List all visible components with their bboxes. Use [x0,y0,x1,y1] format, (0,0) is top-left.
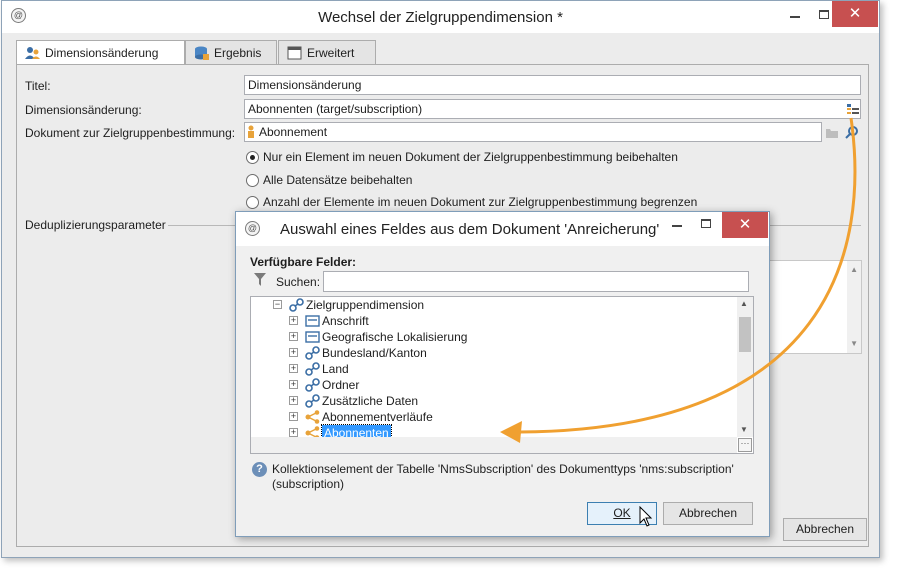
tree-node-abonnementverlaeufe[interactable]: + Abonnementverläufe [251,409,731,425]
dialog-cancel-button[interactable]: Abbrechen [663,502,753,525]
link-icon [305,394,320,408]
dialog-title-bar: @ Auswahl eines Feldes aus dem Dokument … [236,212,769,246]
title-label: Titel: [25,79,51,93]
close-icon: ✕ [738,216,752,233]
radio-keep-all[interactable]: Alle Datensätze beibehalten [246,173,412,187]
tab-ergebnis[interactable]: Ergebnis [185,40,277,65]
expand-icon[interactable]: + [289,348,298,357]
minimize-icon [789,15,800,18]
maximize-icon [701,219,711,229]
dialog-maximize-button[interactable] [691,216,721,230]
tab-erweitert[interactable]: Erweitert [278,40,376,65]
tree-node-label: Zielgruppendimension [306,298,425,312]
scroll-thumb[interactable] [739,317,751,352]
radio-button-checked[interactable] [246,151,259,164]
dimension-field[interactable]: Abonnenten (target/subscription) [244,99,861,119]
window-icon [287,46,302,60]
radio-button[interactable] [246,174,259,187]
field-selection-dialog: @ Auswahl eines Feldes aus dem Dokument … [235,211,770,537]
link-icon [305,362,320,376]
dimension-label: Dimensionsänderung: [25,103,142,117]
tree-node-ordner[interactable]: + Ordner [251,377,731,393]
expand-icon[interactable]: + [289,412,298,421]
scroll-up-icon[interactable]: ▲ [850,265,858,274]
available-fields-label: Verfügbare Felder: [250,255,357,269]
person-icon [248,125,254,138]
tree-node-label: Geografische Lokalisierung [322,330,468,344]
tree-node-label: Bundesland/Kanton [322,346,427,360]
minimize-icon [672,224,682,227]
close-icon: ✕ [848,5,862,22]
radio-keep-one[interactable]: Nur ein Element im neuen Dokument der Zi… [246,150,678,164]
scroll-down-icon[interactable]: ▼ [850,339,858,348]
radio-limit[interactable]: Anzahl der Elemente im neuen Dokument zu… [246,195,697,209]
scroll-down-icon[interactable]: ▼ [740,425,748,434]
collapse-icon[interactable]: − [273,300,282,309]
expand-icon[interactable]: + [289,332,298,341]
mouse-cursor-icon [639,506,653,527]
field-description: Kollektionselement der Tabelle 'NmsSubsc… [272,462,734,491]
dialog-app-icon: @ [245,221,260,236]
document-field[interactable]: Abonnement [244,122,822,142]
users-icon [25,47,40,59]
tree-node-land[interactable]: + Land [251,361,731,377]
expand-icon[interactable]: + [289,396,298,405]
tab-dimensionsaenderung[interactable]: Dimensionsänderung [16,40,185,66]
table-icon [305,331,320,343]
tree-node-label: Abonnementverläufe [322,410,433,424]
tree-node-anschrift[interactable]: + Anschrift [251,313,731,329]
expand-icon[interactable]: + [289,316,298,325]
tree-node-label: Anschrift [322,314,369,328]
tree-node-label: Land [322,362,349,376]
link-icon [305,346,320,360]
expand-icon[interactable]: + [289,428,298,437]
maximize-icon [818,10,829,20]
expand-icon[interactable]: + [289,380,298,389]
database-icon [195,46,209,60]
search-input[interactable] [323,271,749,292]
field-tree[interactable]: − Zielgruppendimension + Anschrift + Geo… [250,296,754,454]
scroll-up-icon[interactable]: ▲ [740,299,748,308]
tree-node-zusaetzliche-daten[interactable]: + Zusätzliche Daten [251,393,731,409]
minimize-button[interactable] [779,1,810,27]
title-bar: @ Wechsel der Zielgruppendimension * ✕ [2,1,879,33]
search-label: Suchen: [276,275,321,289]
link-icon [305,378,320,392]
close-button[interactable]: ✕ [832,1,878,27]
title-field[interactable]: Dimensionsänderung [244,75,861,95]
dialog-minimize-button[interactable] [662,216,692,230]
document-label: Dokument zur Zielgruppenbestimmung: [25,126,236,140]
list-scrollbar[interactable]: ▲ ▼ [847,261,861,353]
tree-horizontal-scrollbar[interactable] [251,437,737,453]
tree-node-geografische-lokalisierung[interactable]: + Geografische Lokalisierung [251,329,731,345]
table-icon [305,315,320,327]
filter-icon [254,273,266,286]
collection-icon [305,410,320,424]
magnifier-icon[interactable] [845,125,859,139]
tree-node-bundesland[interactable]: + Bundesland/Kanton [251,345,731,361]
tree-node-label: Zusätzliche Daten [322,394,419,408]
folder-icon[interactable] [825,126,839,140]
radio-button[interactable] [246,196,259,209]
dialog-close-button[interactable]: ✕ [722,212,768,238]
tree-node-label: Ordner [322,378,360,392]
tree-select-icon[interactable] [846,102,860,116]
dedup-section-label: Deduplizierungsparameter [25,218,166,232]
more-icon[interactable]: ··· [738,438,752,452]
dedup-list[interactable]: ▲ ▼ [760,260,862,354]
link-icon [289,298,304,312]
main-cancel-button[interactable]: Abbrechen [783,518,867,541]
tree-node-root[interactable]: − Zielgruppendimension [251,297,731,313]
window-title: Wechsel der Zielgruppendimension * [318,9,563,26]
expand-icon[interactable]: + [289,364,298,373]
help-icon: ? [252,462,267,477]
dialog-title: Auswahl eines Feldes aus dem Dokument 'A… [280,221,660,238]
tree-vertical-scrollbar[interactable]: ▲ ▼ [737,297,753,437]
